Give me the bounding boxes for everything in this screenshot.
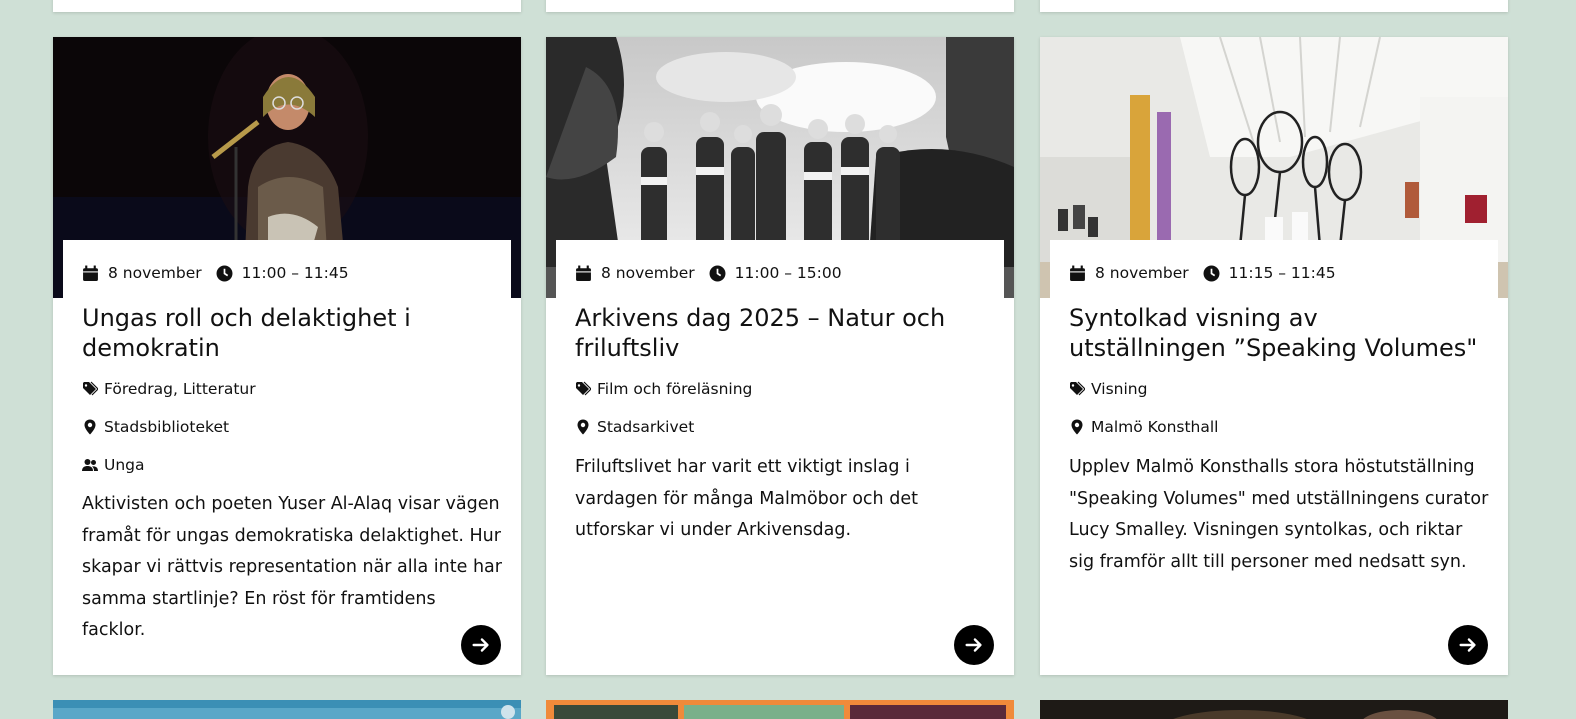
event-card-partial-bottom[interactable] <box>53 700 521 719</box>
arrow-right-icon <box>472 638 489 652</box>
event-time: 11:00 – 11:45 <box>241 264 349 282</box>
category-label: Visning <box>1091 380 1148 398</box>
clock-icon <box>709 265 726 281</box>
event-time: 11:15 – 11:45 <box>1228 264 1336 282</box>
event-category: Film och föreläsning <box>575 380 752 398</box>
read-more-button[interactable] <box>1448 625 1488 665</box>
location-label: Malmö Konsthall <box>1091 418 1219 436</box>
location-pin-icon <box>84 419 96 435</box>
event-category: Visning <box>1069 380 1147 398</box>
event-card[interactable]: 8 november 11:00 – 11:45 Ungas roll och … <box>53 37 521 675</box>
event-location: Stadsbiblioteket <box>82 418 229 436</box>
tag-icon <box>1070 381 1085 396</box>
arrow-right-icon <box>965 638 982 652</box>
event-description: Aktivisten och poeten Yuser Al-Alaq visa… <box>82 494 502 640</box>
location-pin-icon <box>1071 419 1083 435</box>
event-date: 8 november <box>108 264 202 282</box>
event-category: Föredrag, Litteratur <box>82 380 256 398</box>
calendar-icon <box>83 265 98 281</box>
clock-icon <box>1203 265 1220 281</box>
event-card[interactable]: 8 november 11:00 – 15:00 Arkivens dag 20… <box>546 37 1014 675</box>
calendar-icon <box>576 265 591 281</box>
event-date: 8 november <box>1095 264 1189 282</box>
event-card-partial-bottom[interactable] <box>1040 700 1508 719</box>
event-card-partial-top[interactable] <box>53 0 521 12</box>
tag-icon <box>83 381 98 396</box>
event-title[interactable]: Arkivens dag 2025 – Natur och friluftsli… <box>575 303 985 363</box>
event-title[interactable]: Ungas roll och delaktighet i demokratin <box>82 303 492 363</box>
category-label: Föredrag, Litteratur <box>104 380 256 398</box>
clock-icon <box>216 265 233 281</box>
event-location: Malmö Konsthall <box>1069 418 1218 436</box>
event-description: Friluftslivet har varit ett viktigt insl… <box>575 457 918 540</box>
event-date: 8 november <box>601 264 695 282</box>
tag-icon <box>576 381 591 396</box>
event-meta: 8 november 11:15 – 11:45 <box>1069 259 1336 287</box>
location-pin-icon <box>577 419 589 435</box>
event-card[interactable]: 8 november 11:15 – 11:45 Syntolkad visni… <box>1040 37 1508 675</box>
audience-label: Unga <box>104 456 145 474</box>
event-audience: Unga <box>82 456 145 474</box>
event-title[interactable]: Syntolkad visning av utställningen ”Spea… <box>1069 303 1479 363</box>
event-card-partial-top[interactable] <box>546 0 1014 12</box>
event-grid: 8 november 11:00 – 11:45 Ungas roll och … <box>0 0 1576 719</box>
location-label: Stadsarkivet <box>597 418 695 436</box>
event-time: 11:00 – 15:00 <box>734 264 842 282</box>
users-icon <box>82 459 98 471</box>
category-label: Film och föreläsning <box>597 380 753 398</box>
arrow-right-icon <box>1459 638 1476 652</box>
calendar-icon <box>1070 265 1085 281</box>
event-meta: 8 november 11:00 – 11:45 <box>82 259 349 287</box>
event-card-partial-top[interactable] <box>1040 0 1508 12</box>
location-label: Stadsbiblioteket <box>104 418 230 436</box>
read-more-button[interactable] <box>461 625 501 665</box>
event-meta: 8 november 11:00 – 15:00 <box>575 259 842 287</box>
read-more-button[interactable] <box>954 625 994 665</box>
event-card-partial-bottom[interactable] <box>546 700 1014 719</box>
event-location: Stadsarkivet <box>575 418 694 436</box>
event-description: Upplev Malmö Konsthalls stora höstutstäl… <box>1069 457 1489 572</box>
